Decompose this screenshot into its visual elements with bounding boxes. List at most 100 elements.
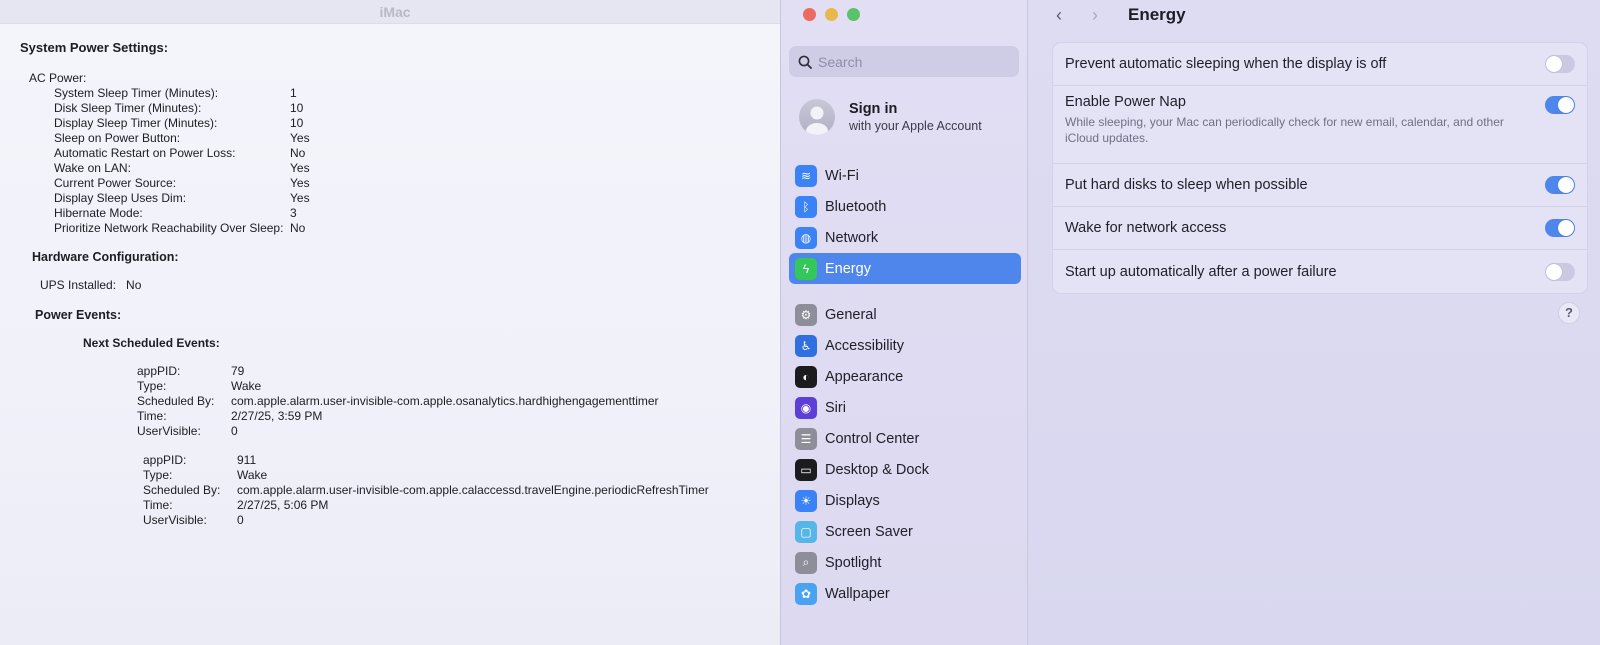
settings-sidebar: Search Sign in with your Apple Account ≋…	[780, 0, 1028, 645]
ups-key: UPS Installed:	[40, 278, 117, 292]
setting-toggle[interactable]	[1545, 262, 1575, 281]
nav-gap	[789, 284, 1021, 299]
appearance-icon: ◐	[795, 365, 817, 388]
kv-row: Type: Wake	[143, 468, 780, 483]
sidebar-item-label: Displays	[825, 492, 880, 509]
setting-row: Put hard disks to sleep when possible	[1053, 164, 1587, 207]
sidebar-item-label: Appearance	[825, 368, 904, 385]
sidebar-item-network[interactable]: ◍ Network	[789, 222, 1021, 253]
sidebar-item-label: Wi-Fi	[825, 167, 859, 184]
kv-row: Type: Wake	[137, 379, 780, 394]
setting-row: Start up automatically after a power fai…	[1053, 250, 1587, 293]
search-field[interactable]: Search	[789, 46, 1019, 77]
forward-chevron-icon[interactable]: ›	[1092, 6, 1098, 24]
sidebar-item-desktop-dock[interactable]: ▭ Desktop & Dock	[789, 454, 1021, 485]
setting-label: Wake for network access	[1065, 220, 1227, 236]
sidebar-item-wallpaper[interactable]: ✿ Wallpaper	[789, 578, 1021, 609]
scheduled-event: appPID: 911 Type: Wake Scheduled By: com.ap…	[143, 453, 780, 528]
kv-value: 10	[290, 116, 304, 130]
setting-description: While sleeping, your Mac can periodicall…	[1065, 115, 1504, 145]
kv-row: Time: 2/27/25, 5:06 PM	[143, 498, 780, 513]
sidebar-item-general[interactable]: ⚙ General	[789, 299, 1021, 330]
sidebar-item-siri[interactable]: ◉ Siri	[789, 392, 1021, 423]
sidebar-item-label: Spotlight	[825, 554, 882, 571]
kv-key: Current Power Source:	[54, 176, 177, 190]
kv-value: Yes	[290, 161, 310, 175]
sidebar-item-control-center[interactable]: ☰ Control Center	[789, 423, 1021, 454]
kv-key: UserVisible:	[137, 424, 201, 438]
back-chevron-icon[interactable]: ‹	[1056, 6, 1062, 24]
sidebar-item-displays[interactable]: ☀ Displays	[789, 485, 1021, 516]
sidebar-item-appearance[interactable]: ◐ Appearance	[789, 361, 1021, 392]
kv-key: Display Sleep Timer (Minutes):	[54, 116, 218, 130]
search-placeholder: Search	[818, 53, 863, 70]
kv-row: appPID: 79	[137, 364, 780, 379]
sidebar-item-screen-saver[interactable]: ▢ Screen Saver	[789, 516, 1021, 547]
kv-key: Prioritize Network Reachability Over Sle…	[54, 221, 284, 235]
kv-key: Type:	[143, 468, 173, 482]
sidebar-item-label: Accessibility	[825, 337, 904, 354]
control-center-icon: ☰	[795, 427, 817, 450]
window-title: iMac	[0, 0, 790, 24]
siri-icon: ◉	[795, 396, 817, 419]
kv-row: System Sleep Timer (Minutes): 1	[20, 86, 780, 101]
search-icon	[798, 55, 812, 69]
setting-toggle[interactable]	[1545, 176, 1575, 194]
setting-row: Wake for network access	[1053, 207, 1587, 250]
scheduled-event: appPID: 79 Type: Wake Scheduled By: com.app…	[137, 364, 780, 439]
sidebar-item-accessibility[interactable]: ♿ Accessibility	[789, 330, 1021, 361]
avatar	[799, 99, 835, 135]
kv-value: 0	[231, 424, 238, 438]
kv-key: Scheduled By:	[137, 394, 215, 408]
zoom-window-button[interactable]	[847, 8, 860, 21]
desktop-dock-icon: ▭	[795, 458, 817, 481]
system-report-window: iMac System Power Settings: AC Power: Sy…	[0, 0, 790, 645]
kv-value: No	[290, 221, 306, 235]
sidebar-nav: ≋ Wi-Fi ᛒ Bluetooth ◍ Network ϟ Energy ⚙ General ♿…	[789, 160, 1021, 609]
minimize-window-button[interactable]	[825, 8, 838, 21]
kv-key: Display Sleep Uses Dim:	[54, 191, 187, 205]
kv-value: 79	[231, 364, 245, 378]
sidebar-item-label: Control Center	[825, 430, 920, 447]
setting-toggle[interactable]	[1545, 219, 1575, 237]
report-body: System Power Settings: AC Power: System …	[20, 40, 780, 528]
ups-value: No	[126, 278, 142, 292]
setting-label: Enable Power Nap	[1065, 94, 1186, 110]
kv-value: Yes	[290, 191, 310, 205]
sidebar-item-label: Desktop & Dock	[825, 461, 929, 478]
pane-header: ‹ › Energy	[1028, 0, 1600, 30]
kv-value: Wake	[231, 379, 262, 393]
globe-icon: ◍	[795, 226, 817, 249]
energy-icon: ϟ	[795, 257, 817, 280]
sidebar-item-wi-fi[interactable]: ≋ Wi-Fi	[789, 160, 1021, 191]
spotlight-icon: ⌕	[795, 551, 817, 574]
kv-value: com.apple.alarm.user-invisible-com.apple…	[237, 483, 709, 497]
sidebar-item-label: Screen Saver	[825, 523, 913, 540]
kv-key: Time:	[137, 409, 167, 423]
sidebar-item-label: Bluetooth	[825, 198, 887, 215]
kv-key: Hibernate Mode:	[54, 206, 143, 220]
kv-key: System Sleep Timer (Minutes):	[54, 86, 219, 100]
kv-key: UserVisible:	[143, 513, 207, 527]
sidebar-item-label: Siri	[825, 399, 846, 416]
energy-settings-group: Prevent automatic sleeping when the disp…	[1052, 42, 1588, 294]
setting-toggle[interactable]	[1545, 96, 1575, 114]
report-title: System Power Settings:	[20, 40, 169, 55]
kv-row: Disk Sleep Timer (Minutes): 10	[20, 101, 780, 116]
sidebar-item-bluetooth[interactable]: ᛒ Bluetooth	[789, 191, 1021, 222]
setting-toggle[interactable]	[1545, 55, 1575, 73]
sidebar-item-spotlight[interactable]: ⌕ Spotlight	[789, 547, 1021, 578]
kv-row: Current Power Source: Yes	[20, 176, 780, 191]
kv-row: Sleep on Power Button: Yes	[20, 131, 780, 146]
apple-account-signin[interactable]: Sign in with your Apple Account	[799, 99, 982, 135]
close-window-button[interactable]	[803, 8, 816, 21]
ac-power-label: AC Power:	[29, 71, 87, 85]
sidebar-item-energy[interactable]: ϟ Energy	[789, 253, 1021, 284]
kv-value: 2/27/25, 5:06 PM	[237, 498, 329, 512]
screen-saver-icon: ▢	[795, 520, 817, 543]
help-button[interactable]: ?	[1558, 302, 1580, 324]
setting-label: Start up automatically after a power fai…	[1065, 263, 1337, 280]
accessibility-icon: ♿	[795, 334, 817, 357]
kv-key: Disk Sleep Timer (Minutes):	[54, 101, 202, 115]
ac-power-list: System Sleep Timer (Minutes): 1 Disk Slee…	[20, 86, 780, 236]
